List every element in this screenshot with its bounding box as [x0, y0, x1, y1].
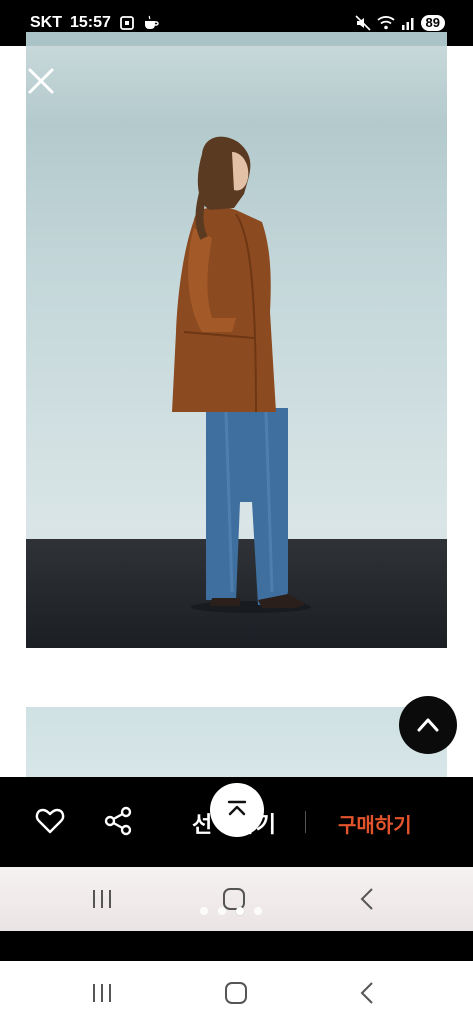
clock: 15:57: [70, 14, 111, 31]
back-button[interactable]: [354, 979, 382, 1007]
screenshot-icon: [120, 16, 134, 30]
pager-dots: [200, 907, 262, 915]
top-fade: [0, 46, 473, 126]
product-image-viewer: SKT 15:57 89 구매하기: [0, 0, 473, 1024]
action-divider: [305, 811, 306, 833]
chevron-up-icon: [417, 718, 439, 732]
buy-button[interactable]: 구매하기: [338, 809, 412, 838]
like-button[interactable]: [34, 805, 66, 837]
system-navigation-bar: [0, 961, 473, 1024]
inner-navigation-bar: [0, 867, 473, 931]
scroll-to-top-button[interactable]: [399, 696, 457, 754]
share-button[interactable]: [102, 805, 134, 837]
inner-back-button[interactable]: [354, 885, 382, 913]
wifi-icon: [376, 16, 395, 30]
back-icon: [360, 888, 373, 910]
black-strip: [0, 931, 473, 961]
pager-dot-active: [236, 907, 244, 915]
coffee-icon: [144, 15, 159, 29]
share-icon: [104, 806, 132, 836]
battery-level: 89: [420, 15, 445, 31]
back-icon: [360, 982, 373, 1004]
recents-button[interactable]: [88, 979, 116, 1007]
pager-dot: [254, 907, 262, 915]
home-button[interactable]: [222, 979, 250, 1007]
inner-recents-button[interactable]: [88, 885, 116, 913]
collapse-button[interactable]: [210, 783, 264, 837]
signal-icon: [401, 18, 414, 30]
close-button[interactable]: [24, 64, 58, 98]
collapse-up-icon: [227, 800, 247, 816]
mute-icon: [354, 15, 371, 31]
carrier-label: SKT: [30, 14, 62, 31]
heart-icon: [35, 808, 65, 834]
recents-icon: [93, 984, 111, 1002]
pager-dot: [200, 907, 208, 915]
pager-dot: [218, 907, 226, 915]
close-icon: [28, 68, 54, 94]
home-icon: [225, 982, 247, 1004]
recents-icon: [93, 890, 111, 908]
product-photo-next[interactable]: [26, 707, 447, 779]
